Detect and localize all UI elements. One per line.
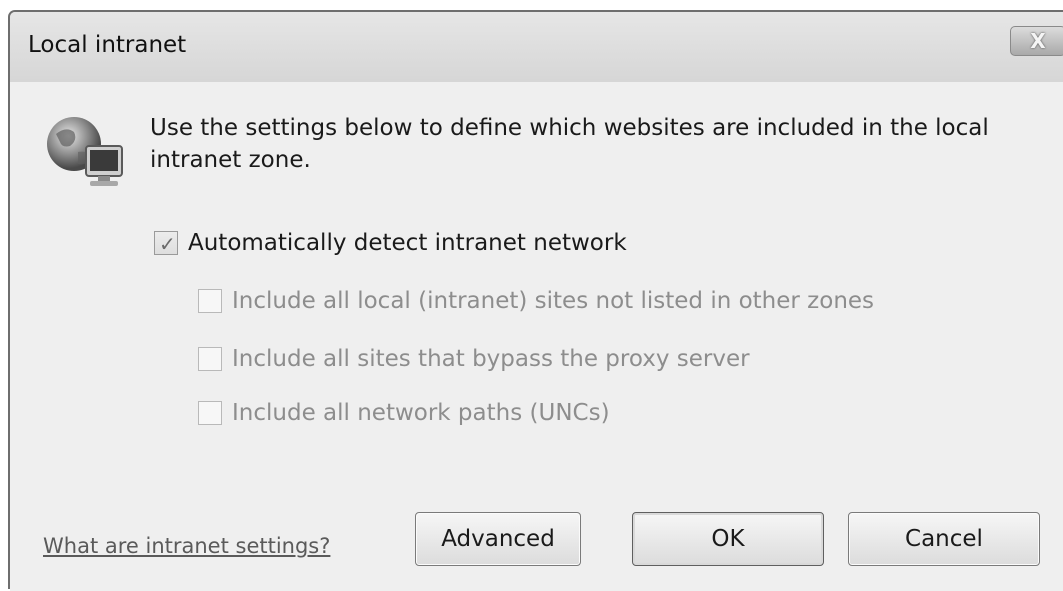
checkmark-icon: ✓ xyxy=(159,232,176,256)
dialog-body: Use the settings below to define which w… xyxy=(10,82,1063,591)
cancel-button-label: Cancel xyxy=(905,526,983,552)
local-intranet-dialog: Local intranet X Use the settings below … xyxy=(8,10,1063,591)
advanced-button[interactable]: Advanced xyxy=(415,512,581,566)
close-icon: X xyxy=(1030,29,1046,53)
auto-detect-checkbox[interactable]: ✓ xyxy=(154,231,178,256)
include-bypass-proxy-label: Include all sites that bypass the proxy … xyxy=(232,346,750,372)
auto-detect-label: Automatically detect intranet network xyxy=(188,230,627,256)
ok-button-label: OK xyxy=(711,526,745,552)
ok-button[interactable]: OK xyxy=(632,512,824,566)
auto-detect-checkbox-row[interactable]: ✓ Automatically detect intranet network xyxy=(154,230,627,256)
intranet-settings-help-link[interactable]: What are intranet settings? xyxy=(43,534,330,558)
include-bypass-proxy-row: Include all sites that bypass the proxy … xyxy=(198,346,750,372)
include-network-paths-row: Include all network paths (UNCs) xyxy=(198,400,610,426)
cancel-button[interactable]: Cancel xyxy=(848,512,1040,566)
advanced-button-label: Advanced xyxy=(441,526,555,552)
include-local-sites-checkbox xyxy=(198,289,222,313)
include-local-sites-row: Include all local (intranet) sites not l… xyxy=(198,288,874,314)
intro-text: Use the settings below to define which w… xyxy=(150,115,989,173)
include-network-paths-label: Include all network paths (UNCs) xyxy=(232,400,610,426)
globe-computer-icon xyxy=(47,117,123,186)
close-button[interactable]: X xyxy=(1010,26,1063,56)
include-bypass-proxy-checkbox xyxy=(198,347,222,371)
window-title: Local intranet xyxy=(28,32,187,58)
include-network-paths-checkbox xyxy=(198,401,222,425)
include-local-sites-label: Include all local (intranet) sites not l… xyxy=(232,288,875,314)
title-bar: Local intranet X xyxy=(10,12,1063,82)
